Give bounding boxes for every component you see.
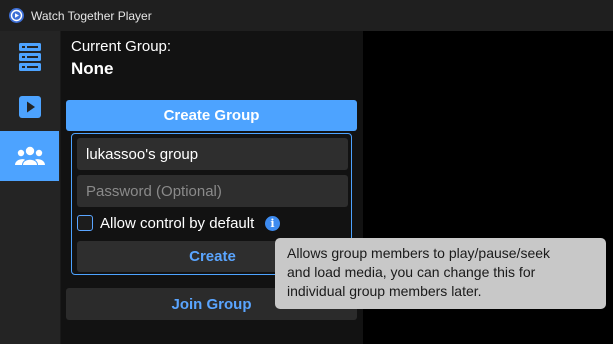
tooltip-line: individual group members later. <box>287 282 594 301</box>
group-icon <box>15 145 45 167</box>
sidebar-item-player[interactable] <box>0 82 59 132</box>
password-field[interactable]: Password (Optional) <box>77 175 348 207</box>
tooltip-line: and load media, you can change this for <box>287 263 594 282</box>
sidebar-item-group[interactable] <box>0 131 59 181</box>
sidebar <box>0 31 61 344</box>
sidebar-item-servers[interactable] <box>0 32 59 82</box>
current-group-value: None <box>71 59 114 79</box>
play-icon <box>19 96 41 118</box>
app-logo-icon <box>9 8 24 23</box>
title-bar: Watch Together Player <box>0 0 613 31</box>
tooltip-line: Allows group members to play/pause/seek <box>287 244 594 263</box>
group-name-field[interactable]: lukassoo's group <box>77 138 348 170</box>
allow-control-tooltip: Allows group members to play/pause/seek … <box>275 238 606 309</box>
window-title: Watch Together Player <box>31 9 152 23</box>
current-group-label: Current Group: <box>71 38 171 55</box>
server-list-icon <box>18 42 42 72</box>
allow-control-checkbox[interactable] <box>77 215 93 231</box>
allow-control-label: Allow control by default <box>100 215 254 232</box>
info-icon[interactable]: i <box>265 216 280 231</box>
create-group-button[interactable]: Create Group <box>66 100 357 131</box>
